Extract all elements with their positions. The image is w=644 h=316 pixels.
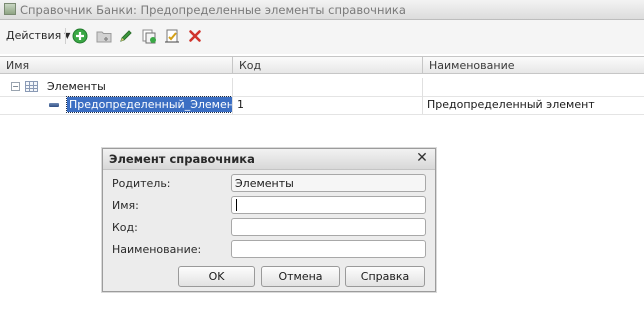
cell-title [423, 78, 644, 96]
cell-name: Предопределенный_Элемент [0, 96, 233, 114]
delete-icon[interactable] [187, 28, 203, 44]
add-group-icon[interactable] [96, 28, 112, 44]
actions-menu[interactable]: Действия ▼ [6, 29, 70, 42]
row-name: Элементы [47, 80, 106, 93]
table-row[interactable]: Предопределенный_Элемент 1 Предопределен… [0, 96, 644, 115]
column-header-name[interactable]: Имя [0, 57, 233, 74]
toolbar-separator [65, 28, 66, 44]
collapse-icon[interactable]: − [11, 82, 20, 91]
group-folder-icon [25, 81, 38, 92]
window-title: Справочник Банки: Предопределенные элеме… [20, 3, 406, 17]
add-icon[interactable] [72, 28, 88, 44]
row-name-selected[interactable]: Предопределенный_Элемент [65, 96, 232, 113]
toolbar: Действия ▼ [0, 20, 644, 54]
parent-label: Родитель: [112, 177, 171, 190]
catalog-window-icon [4, 3, 16, 15]
cancel-button[interactable]: Отмена [261, 266, 340, 287]
actions-menu-label: Действия [6, 29, 62, 42]
table-row[interactable]: − Элементы [0, 78, 644, 97]
name-label: Имя: [112, 199, 139, 212]
parent-field[interactable] [231, 174, 426, 192]
table-header: Имя Код Наименование [0, 56, 644, 74]
cell-name: − Элементы [0, 78, 233, 96]
text-cursor [236, 199, 237, 211]
cell-title: Предопределенный элемент [427, 98, 595, 111]
predefined-item-icon [49, 103, 59, 107]
window-titlebar: Справочник Банки: Предопределенные элеме… [0, 0, 644, 20]
column-header-code[interactable]: Код [233, 57, 423, 74]
mark-icon[interactable] [164, 28, 180, 44]
column-header-title[interactable]: Наименование [423, 57, 644, 74]
dialog-titlebar: Элемент справочника ✕ [103, 149, 435, 170]
cell-code [233, 78, 423, 96]
code-label: Код: [112, 221, 138, 234]
title-label: Наименование: [112, 243, 202, 256]
close-icon[interactable]: ✕ [415, 151, 429, 165]
code-field[interactable] [231, 218, 426, 236]
title-field[interactable] [231, 240, 426, 258]
edit-icon[interactable] [118, 28, 134, 44]
dialog-title: Элемент справочника [109, 152, 255, 166]
copy-icon[interactable] [141, 28, 157, 44]
help-button[interactable]: Справка [345, 266, 425, 287]
name-field[interactable] [231, 196, 426, 214]
element-dialog: Элемент справочника ✕ Родитель: Имя: Код… [102, 148, 436, 292]
cell-code: 1 [233, 96, 423, 114]
ok-button[interactable]: OK [178, 266, 255, 287]
